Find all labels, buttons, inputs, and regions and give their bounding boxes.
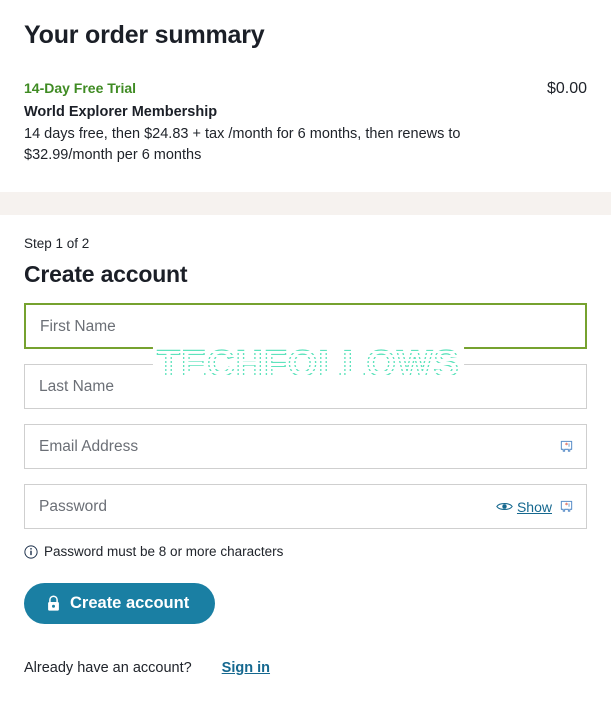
plan-header-row: 14-Day Free Trial $0.00 (24, 78, 587, 100)
step-indicator: Step 1 of 2 (24, 235, 90, 251)
plan-description: 14 days free, then $24.83 + tax /month f… (24, 126, 461, 163)
signin-row: Already have an account? Sign in (24, 660, 587, 676)
create-account-button-label: Create account (70, 593, 190, 612)
password-field[interactable]: Password Show * (24, 484, 587, 530)
email-field[interactable]: Email Address * (24, 424, 587, 470)
password-placeholder: Password (39, 498, 108, 516)
password-field-actions: Show * (496, 499, 574, 515)
password-manager-icon[interactable]: * (559, 499, 574, 514)
order-price: $0.00 (546, 79, 587, 97)
create-account-button[interactable]: Create account (24, 582, 216, 624)
info-circle-icon (24, 545, 38, 560)
password-manager-icon[interactable]: * (559, 439, 574, 454)
first-name-field[interactable]: First Name (24, 303, 587, 350)
signin-prompt: Already have an account? (24, 659, 192, 676)
lock-icon (46, 595, 61, 612)
signin-link[interactable]: Sign in (222, 660, 270, 676)
email-field-actions: * (559, 439, 574, 454)
create-account-section: Step 1 of 2 Create account First Name La… (0, 215, 611, 676)
page-title: Your order summary (24, 21, 265, 49)
section-divider-band (0, 191, 611, 215)
form-title: Create account (24, 261, 188, 288)
trial-badge-label: 14-Day Free Trial (24, 79, 137, 96)
order-summary-section: Your order summary 14-Day Free Trial $0.… (0, 0, 611, 166)
eye-icon (496, 501, 513, 512)
last-name-placeholder: Last Name (39, 378, 114, 396)
show-password-toggle[interactable]: Show (496, 499, 552, 515)
first-name-placeholder: First Name (40, 317, 116, 335)
plan-name: World Explorer Membership (24, 104, 218, 121)
last-name-field[interactable]: Last Name (24, 364, 587, 410)
password-hint-text: Password must be 8 or more characters (44, 544, 284, 560)
show-password-label: Show (516, 498, 552, 515)
password-hint-row: Password must be 8 or more characters (24, 544, 587, 560)
email-placeholder: Email Address (39, 438, 139, 456)
